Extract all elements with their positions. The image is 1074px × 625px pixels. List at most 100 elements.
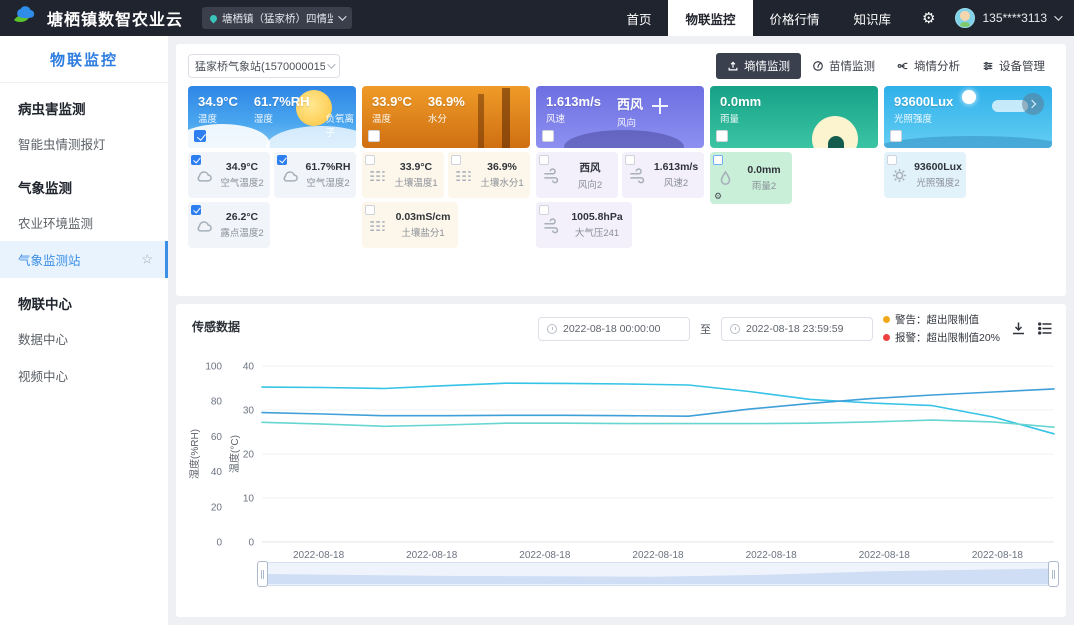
svg-text:2022-08-18: 2022-08-18: [406, 550, 458, 561]
sensor-tile-air-temp[interactable]: 34.9°C空气温度2: [188, 152, 270, 198]
app-logo-icon: [12, 6, 38, 31]
sensor-tile-air-pressure[interactable]: 1005.8hPa大气压241: [536, 202, 632, 248]
device-sliders-icon: [982, 60, 994, 72]
svg-text:2022-08-18: 2022-08-18: [859, 550, 911, 561]
soil-layers-icon: [362, 167, 392, 184]
sensor-tile-light-intensity[interactable]: 93600Lux光照强度2: [884, 152, 966, 198]
sidebar-item-agri-env[interactable]: 农业环境监测: [0, 204, 168, 241]
svg-text:2022-08-18: 2022-08-18: [519, 550, 571, 561]
droplet-icon: [710, 170, 740, 187]
carousel-next-button[interactable]: [1022, 93, 1044, 115]
download-icon[interactable]: [1010, 320, 1027, 337]
card-checkbox[interactable]: [716, 130, 728, 142]
wind-icon: [622, 167, 652, 184]
svg-text:2022-08-18: 2022-08-18: [972, 550, 1024, 561]
svg-text:2022-08-18: 2022-08-18: [746, 550, 798, 561]
nav-price-quotes[interactable]: 价格行情: [753, 0, 837, 36]
sidebar-heading-pests: 病虫害监测: [0, 83, 168, 125]
sensor-tile-air-humidity[interactable]: 61.7%RH空气湿度2: [274, 152, 356, 198]
card-rain[interactable]: 0.0mm雨量: [710, 86, 878, 148]
tile-checkbox[interactable]: [539, 155, 549, 165]
tile-checkbox[interactable]: [277, 155, 287, 165]
soil-moisture-monitoring-button[interactable]: 墒情监测: [716, 53, 801, 79]
tile-checkbox[interactable]: [713, 155, 723, 165]
svg-text:湿度(%RH): 湿度(%RH): [188, 429, 201, 479]
sidebar: 物联监控 病虫害监测 智能虫情测报灯 气象监测 农业环境监测 气象监测站 ☆ 物…: [0, 36, 168, 625]
warning-dot: [883, 316, 890, 323]
sidebar-item-weather-station[interactable]: 气象监测站 ☆: [0, 241, 168, 278]
analysis-share-icon: [897, 60, 909, 72]
sidebar-item-pest-lamp[interactable]: 智能虫情测报灯: [0, 125, 168, 162]
card-checkbox[interactable]: [542, 130, 554, 142]
chevron-down-icon: [338, 12, 346, 20]
topbar: 塘栖镇数智农业云 塘栖镇（猛家桥）四情监测 首页 物联监控 价格行情 知识库 ⚙…: [0, 0, 1074, 36]
date-from-input[interactable]: 2022-08-18 00:00:00: [538, 317, 690, 341]
range-separator: 至: [700, 321, 711, 337]
tile-checkbox[interactable]: [625, 155, 635, 165]
sidebar-item-data-center[interactable]: 数据中心: [0, 320, 168, 357]
sensor-tile-soil-salinity[interactable]: 0.03mS/cm土壤盐分1: [362, 202, 458, 248]
tile-checkbox[interactable]: [191, 205, 201, 215]
card-air-temp-humidity[interactable]: 34.9°C温度 61.7%RH湿度 负氧离子: [188, 86, 356, 148]
nav-iot-monitoring[interactable]: 物联监控: [668, 0, 752, 36]
tile-checkbox[interactable]: [887, 155, 897, 165]
favorite-star-icon[interactable]: ☆: [141, 251, 153, 267]
sensor-tile-dew-point[interactable]: 26.2°C露点温度2: [188, 202, 270, 248]
user-phone: 135****3113: [982, 11, 1047, 25]
wind-icon: [536, 167, 566, 184]
card-light[interactable]: 93600Lux光照强度: [884, 86, 1052, 148]
sensor-data-chart-panel: 传感数据 2022-08-18 00:00:00 至 2022-08-18 23…: [176, 304, 1066, 617]
chart-title: 传感数据: [192, 318, 240, 335]
tile-checkbox[interactable]: [539, 205, 549, 215]
tile-checkbox[interactable]: [451, 155, 461, 165]
sensor-tile-soil-moisture[interactable]: 36.9%土壤水分1: [448, 152, 530, 198]
user-menu[interactable]: 135****3113: [949, 8, 1074, 28]
device-management-button[interactable]: 设备管理: [971, 53, 1056, 79]
alarm-dot: [883, 334, 890, 341]
location-pin-icon: [209, 13, 219, 23]
svg-text:60: 60: [211, 432, 223, 443]
tile-checkbox[interactable]: [191, 155, 201, 165]
soil-analysis-button[interactable]: 墒情分析: [886, 53, 971, 79]
sidebar-heading-weather: 气象监测: [0, 162, 168, 204]
svg-text:温度(°C): 温度(°C): [228, 435, 241, 473]
app-title: 塘栖镇数智农业云: [47, 6, 183, 30]
tile-checkbox[interactable]: [365, 205, 375, 215]
svg-text:2022-08-18: 2022-08-18: [632, 550, 684, 561]
datazoom-handle-left[interactable]: [257, 561, 268, 587]
region-select[interactable]: 塘栖镇（猛家桥）四情监测: [202, 7, 352, 29]
list-view-icon[interactable]: [1037, 320, 1054, 337]
station-select[interactable]: 猛家桥气象站(1570000015685: [188, 54, 340, 78]
date-to-input[interactable]: 2022-08-18 23:59:59: [721, 317, 873, 341]
main-content: 猛家桥气象站(1570000015685 墒情监测 苗情监测 墒情分析 设备管理: [168, 36, 1074, 625]
sidebar-item-video-center[interactable]: 视频中心: [0, 357, 168, 394]
nav-knowledge-base[interactable]: 知识库: [837, 0, 909, 36]
card-checkbox[interactable]: [194, 130, 206, 142]
datazoom-slider[interactable]: [262, 562, 1054, 586]
sensor-tile-rainfall[interactable]: 0.0mm雨量2 ⚙: [710, 152, 792, 204]
alarm-legend: 警告：超出限制值 报警：超出限制值20%: [883, 312, 1000, 345]
svg-text:40: 40: [211, 467, 223, 478]
svg-text:10: 10: [243, 494, 255, 505]
tile-gear-icon[interactable]: ⚙: [714, 191, 722, 202]
user-avatar: [955, 8, 975, 28]
datazoom-handle-right[interactable]: [1048, 561, 1059, 587]
card-checkbox[interactable]: [368, 130, 380, 142]
weather-card-carousel: 34.9°C温度 61.7%RH湿度 负氧离子 33.9°C温度 36.9%水分: [188, 86, 1052, 148]
monitoring-mode-buttons: 墒情监测 苗情监测 墒情分析 设备管理: [716, 53, 1056, 79]
card-checkbox[interactable]: [890, 130, 902, 142]
sensor-tile-soil-temp[interactable]: 33.9°C土壤温度1: [362, 152, 444, 198]
card-soil[interactable]: 33.9°C温度 36.9%水分: [362, 86, 530, 148]
svg-text:30: 30: [243, 406, 255, 417]
nav-home[interactable]: 首页: [609, 0, 668, 36]
seedling-monitoring-button[interactable]: 苗情监测: [801, 53, 886, 79]
tile-checkbox[interactable]: [365, 155, 375, 165]
sensor-tile-wind-speed[interactable]: 1.613m/s风速2: [622, 152, 704, 198]
sensor-tile-wind-direction[interactable]: 西风风向2: [536, 152, 618, 198]
chevron-down-icon: [1054, 12, 1062, 20]
svg-text:20: 20: [211, 502, 223, 513]
svg-text:80: 80: [211, 397, 223, 408]
card-wind[interactable]: 1.613m/s风速 西风风向: [536, 86, 704, 148]
svg-text:40: 40: [243, 362, 255, 373]
settings-gear-icon[interactable]: ⚙: [908, 9, 949, 27]
